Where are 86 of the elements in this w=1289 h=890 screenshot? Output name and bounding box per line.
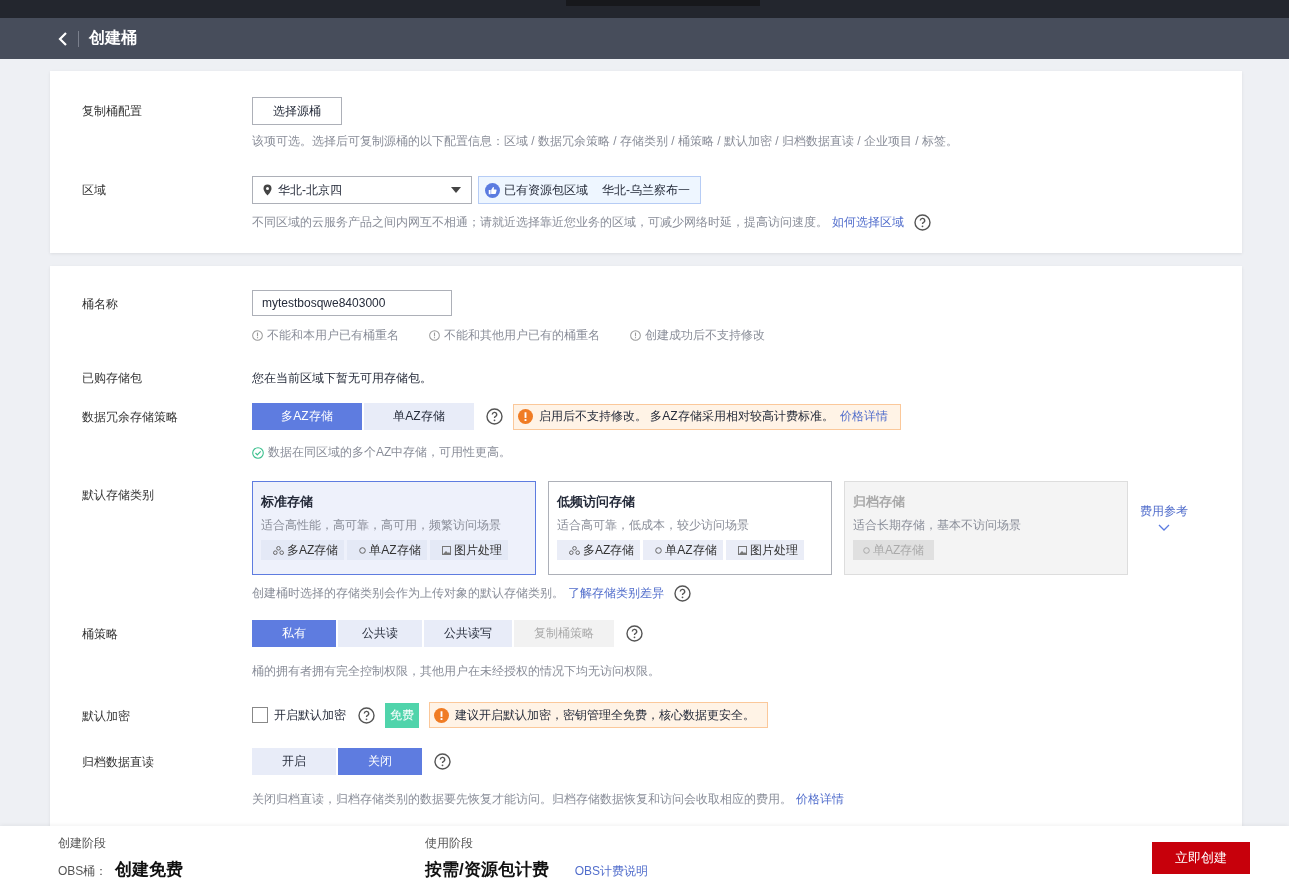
hint-text: 关闭归档直读，归档存储类别的数据要先恢复才能访问。归档存储数据恢复和访问会收取相应的费用。 xyxy=(252,791,792,808)
warning-icon xyxy=(518,409,533,424)
help-icon[interactable] xyxy=(358,706,375,724)
checkbox[interactable] xyxy=(252,707,268,723)
circle-icon xyxy=(655,546,663,554)
field-label: 桶名称 xyxy=(82,296,119,313)
warning-icon xyxy=(434,707,449,723)
feature-tag: 图片处理 xyxy=(429,540,508,560)
info-icon xyxy=(630,330,641,341)
check-circle-icon xyxy=(252,446,264,459)
field-label: 复制桶配置 xyxy=(82,103,143,120)
feature-tag: 多AZ存储 xyxy=(261,540,345,560)
hint-text: 桶的拥有者拥有完全控制权限，其他用户在未经授权的情况下均无访问权限。 xyxy=(252,663,660,680)
create-now-button[interactable]: 立即创建 xyxy=(1152,842,1250,874)
card-description: 适合高可靠，低成本，较少访问场景 xyxy=(557,517,750,534)
field-label: 数据冗余存储策略 xyxy=(82,409,179,426)
option-button[interactable]: 开启 xyxy=(252,748,336,775)
hint-text: 创建桶时选择的存储类别会作为上传对象的默认存储类别。 xyxy=(252,585,564,602)
card-description: 适合长期存储，基本不访问场景 xyxy=(853,517,1022,534)
option-button[interactable]: 单AZ存储 xyxy=(364,403,474,430)
stage-label: 使用阶段 xyxy=(425,835,474,852)
rule-text: 不能和本用户已有桶重名 xyxy=(267,327,399,344)
card-title: 归档存储 xyxy=(853,493,906,511)
obs-bucket-label: OBS桶： xyxy=(58,863,108,880)
circle-icon xyxy=(359,546,367,554)
page-title: 创建桶 xyxy=(89,28,137,48)
rule-text: 不能和其他用户已有的桶重名 xyxy=(444,327,600,344)
help-icon[interactable] xyxy=(914,214,931,231)
warning-text: 启用后不支持修改。 多AZ存储采用相对较高计费标准。 xyxy=(539,408,834,425)
info-icon xyxy=(429,330,440,341)
field-label: 默认加密 xyxy=(82,708,131,725)
image-icon xyxy=(441,545,451,555)
chevron-down-icon xyxy=(1158,524,1170,531)
option-button[interactable]: 私有 xyxy=(252,620,336,647)
field-label: 区域 xyxy=(82,182,107,199)
hint-text: 该项可选。选择后可复制源桶的以下配置信息：区域 / 数据冗余策略 / 存储类别 / 桶策略 / 默认加密 / 归档数据直读 / 企业项目 / 标签。 xyxy=(252,133,958,150)
price-details-link[interactable]: 价格详情 xyxy=(839,408,888,425)
resource-region-badge: 已有资源包区域 华北-乌兰察布一 xyxy=(478,176,701,204)
region-select[interactable]: 华北-北京四 xyxy=(252,176,472,204)
option-button[interactable]: 关闭 xyxy=(338,748,422,775)
card-title: 低频访问存储 xyxy=(557,493,636,511)
image-icon xyxy=(737,545,747,555)
select-source-button[interactable]: 选择源桶 xyxy=(252,97,342,125)
create-price-text: 创建免费 xyxy=(115,859,184,881)
cluster-icon xyxy=(569,545,580,555)
location-pin-icon xyxy=(263,184,272,196)
info-icon xyxy=(252,330,263,341)
field-label: 默认存储类别 xyxy=(82,487,155,504)
field-label: 桶策略 xyxy=(82,626,119,643)
package-status-text: 您在当前区域下暂无可用存储包。 xyxy=(252,370,432,387)
option-button[interactable]: 公共读写 xyxy=(424,620,512,647)
feature-tag: 单AZ存储 xyxy=(347,540,427,560)
help-icon[interactable] xyxy=(486,408,503,425)
card-description: 适合高性能，高可靠，高可用，频繁访问场景 xyxy=(261,517,502,534)
bucket-name-field[interactable]: mytestbosqwe8403000 xyxy=(252,290,452,316)
hint-text: 数据在同区域的多个AZ中存储，可用性更高。 xyxy=(268,444,512,461)
feature-tag: 单AZ存储 xyxy=(643,540,723,560)
billing-link[interactable]: OBS计费说明 xyxy=(574,863,649,880)
free-badge: 免费 xyxy=(385,702,419,728)
option-button[interactable]: 公共读 xyxy=(338,620,422,647)
warning-text: 建议开启默认加密，密钥管理全免费，核心数据更安全。 xyxy=(455,706,755,724)
thumbs-up-icon xyxy=(485,182,500,198)
stage-label: 创建阶段 xyxy=(58,835,107,852)
storage-class-card[interactable]: 低频访问存储 适合高可靠，低成本，较少访问场景 多AZ存储 单AZ存储 图片处理 xyxy=(548,481,832,575)
help-icon[interactable] xyxy=(626,625,643,642)
storage-class-card[interactable]: 标准存储 适合高性能，高可靠，高可用，频繁访问场景 多AZ存储 单AZ存储 图片处理 xyxy=(252,481,536,575)
feature-tag: 多AZ存储 xyxy=(557,540,641,560)
price-details-link[interactable]: 价格详情 xyxy=(796,791,844,808)
back-icon[interactable] xyxy=(58,30,68,47)
region-help-link[interactable]: 如何选择区域 xyxy=(832,214,904,231)
fee-reference-link[interactable]: 费用参考 xyxy=(1140,503,1188,531)
field-label: 已购存储包 xyxy=(82,370,143,387)
circle-icon xyxy=(863,546,870,554)
usage-price-text: 按需/资源包计费 xyxy=(425,859,549,881)
storage-class-link[interactable]: 了解存储类别差异 xyxy=(568,585,664,602)
feature-tag: 图片处理 xyxy=(725,540,804,560)
card-title: 标准存储 xyxy=(261,493,314,511)
option-button[interactable]: 多AZ存储 xyxy=(252,403,362,430)
encryption-checkbox[interactable]: 开启默认加密 xyxy=(252,706,346,724)
hint-text: 不同区域的云服务产品之间内网互不相通；请就近选择靠近您业务的区域，可减少网络时延，提高访问速度。 xyxy=(252,214,828,231)
help-icon[interactable] xyxy=(674,585,691,602)
cluster-icon xyxy=(273,545,284,555)
help-icon[interactable] xyxy=(434,753,451,770)
field-label: 归档数据直读 xyxy=(82,754,155,771)
caret-down-icon xyxy=(451,187,461,193)
rule-text: 创建成功后不支持修改 xyxy=(645,327,765,344)
